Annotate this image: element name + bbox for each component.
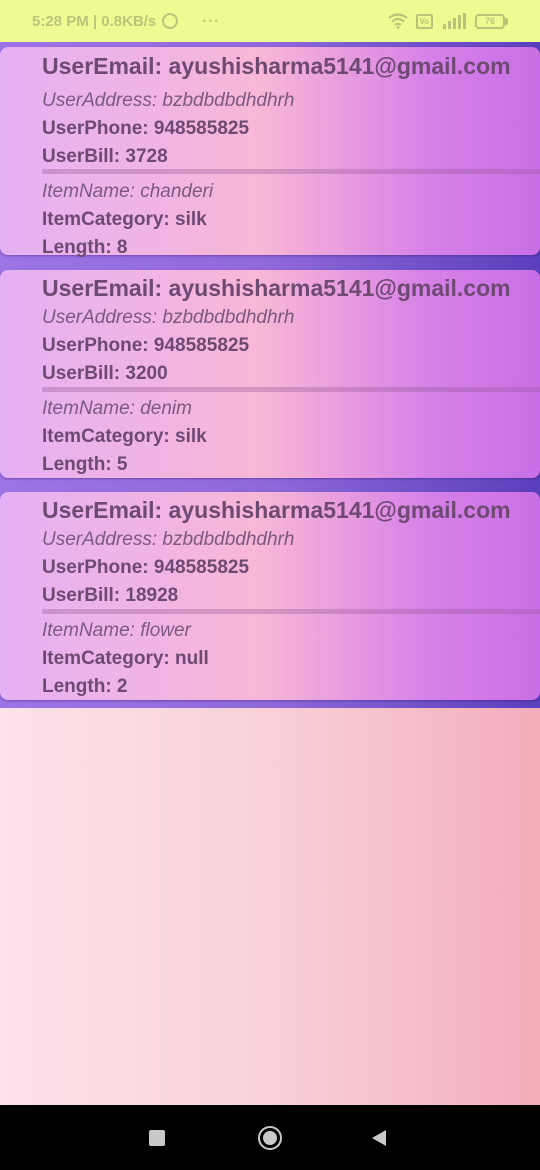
item-length: Length: 2: [42, 676, 128, 697]
status-left: 5:28 PM | 0.8KB/s ···: [32, 13, 220, 30]
card-divider: [42, 169, 540, 174]
card-divider: [42, 609, 540, 614]
status-time-speed: 5:28 PM | 0.8KB/s: [32, 12, 157, 30]
order-card[interactable]: UserEmail: ayushisharma5141@gmail.com Us…: [0, 492, 540, 700]
item-name: ItemName: flower: [42, 620, 191, 641]
user-email: UserEmail: ayushisharma5141@gmail.com: [42, 53, 511, 79]
item-name: ItemName: denim: [42, 398, 192, 419]
user-email: UserEmail: ayushisharma5141@gmail.com: [42, 275, 511, 301]
item-length: Length: 8: [42, 237, 128, 258]
order-list[interactable]: UserEmail: ayushisharma5141@gmail.com Us…: [0, 42, 540, 708]
user-address: UserAddress: bzbdbdbdhdhrh: [42, 307, 295, 328]
user-phone: UserPhone: 948585825: [42, 118, 250, 139]
battery-level: 76: [475, 13, 505, 29]
item-length: Length: 5: [42, 454, 128, 475]
home-circle-icon[interactable]: [258, 1126, 282, 1150]
user-address: UserAddress: bzbdbdbdhdhrh: [42, 90, 295, 111]
wifi-icon: [388, 13, 408, 29]
item-name: ItemName: chanderi: [42, 181, 214, 202]
item-category: ItemCategory: silk: [42, 426, 207, 447]
user-address: UserAddress: bzbdbdbdhdhrh: [42, 529, 295, 550]
card-divider: [42, 387, 540, 392]
order-card[interactable]: UserEmail: ayushisharma5141@gmail.com Us…: [0, 270, 540, 478]
user-phone: UserPhone: 948585825: [42, 557, 250, 578]
alarm-icon: [162, 13, 179, 29]
home-dot: [263, 1131, 277, 1145]
navigation-bar: [0, 1105, 540, 1170]
battery-tip: [505, 17, 508, 25]
user-phone: UserPhone: 948585825: [42, 335, 250, 356]
signal-icon: [441, 13, 467, 29]
user-bill: UserBill: 18928: [42, 585, 179, 606]
battery-icon: 76: [475, 13, 508, 29]
item-category: ItemCategory: silk: [42, 209, 207, 230]
more-notifications-icon: ···: [202, 12, 221, 30]
order-card[interactable]: UserEmail: ayushisharma5141@gmail.com Us…: [0, 47, 540, 258]
user-email: UserEmail: ayushisharma5141@gmail.com: [42, 497, 511, 523]
volte-icon: Vo: [416, 13, 433, 29]
recents-square-icon[interactable]: [149, 1130, 165, 1146]
status-bar: 5:28 PM | 0.8KB/s ··· Vo 76: [0, 0, 540, 42]
status-right: Vo 76: [388, 13, 508, 29]
user-bill: UserBill: 3728: [42, 146, 168, 167]
back-triangle-icon[interactable]: [372, 1130, 386, 1146]
user-bill: UserBill: 3200: [42, 363, 168, 384]
item-category: ItemCategory: null: [42, 648, 209, 669]
